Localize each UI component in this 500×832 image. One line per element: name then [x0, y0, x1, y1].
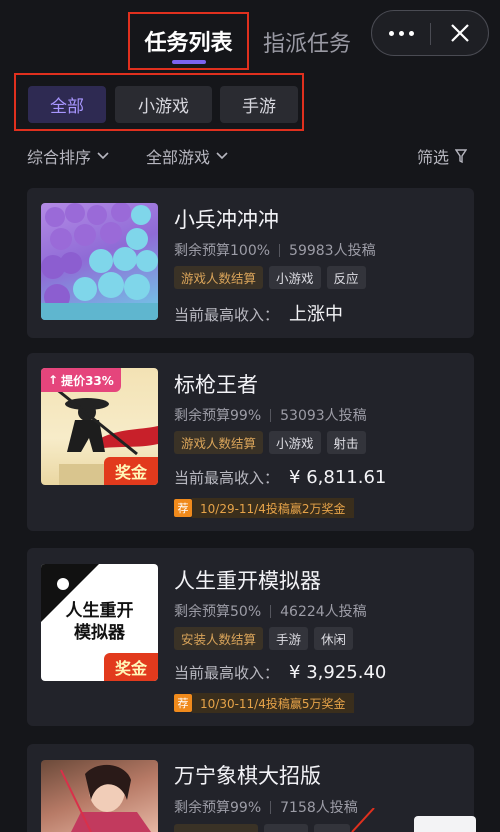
active-tab-indicator: [172, 60, 206, 64]
chip-mini-game-label: 小游戏: [138, 97, 189, 117]
chip-mobile-game-label: 手游: [242, 97, 276, 117]
stats-divider: [270, 604, 272, 618]
tag: 安装人数结算: [174, 627, 264, 650]
crowd-illustration: [41, 203, 158, 320]
funnel-icon: [455, 149, 468, 163]
tag: 游戏人数结算: [174, 431, 264, 454]
chevron-down-icon: [97, 152, 109, 160]
top-bar: 任务列表 指派任务: [0, 0, 500, 97]
budget-text: 剩余预算99%: [174, 800, 262, 816]
thumbnail-caption-line: 人生重开: [65, 601, 134, 621]
promo-banner[interactable]: 荐 10/30-11/4投稿赢5万奖金: [174, 693, 354, 713]
submissions-text: 59983人投稿: [289, 243, 376, 259]
task-card[interactable]: 小兵冲冲冲 剩余预算100% 59983人投稿 游戏人数结算 小游戏 反应 当前…: [27, 188, 474, 338]
tag: 小游戏: [269, 431, 321, 454]
game-thumbnail: 人生重开 模拟器 奖金: [41, 564, 158, 681]
game-stats: 剩余预算99% 53093人投稿: [174, 405, 367, 425]
more-dot-icon: [408, 30, 414, 36]
promo-text: 10/30-11/4投稿赢5万奖金: [192, 693, 354, 713]
stats-divider: [270, 800, 272, 814]
income-value: ¥ 6,811.61: [289, 467, 387, 488]
chevron-down-icon: [216, 152, 228, 160]
chip-mobile-game[interactable]: 手游: [220, 86, 298, 123]
tag-list: 游戏人数结算 小游戏 反应: [174, 266, 366, 289]
sort-row: 综合排序 全部游戏 筛选: [0, 144, 500, 170]
game-thumbnail: [41, 203, 158, 320]
task-card[interactable]: ↑ 提价33% 奖金 标枪王者 剩余预算99% 53093人投稿 游戏人数结算 …: [27, 353, 474, 531]
thumbnail-caption-line: 模拟器: [74, 623, 125, 643]
promo-banner[interactable]: 荐 10/29-11/4投稿赢2万奖金: [174, 498, 354, 518]
close-icon: [451, 24, 469, 42]
tag-list: 安装人数结算 手游 休闲: [174, 627, 354, 650]
game-thumbnail: ↑ 提价33% 奖金: [41, 368, 158, 485]
sort-dropdown-label: 综合排序: [27, 148, 92, 167]
budget-text: 剩余预算99%: [174, 408, 262, 424]
more-dot-icon: [398, 30, 404, 36]
tag: 小游戏: [269, 266, 321, 289]
tag: 手游: [269, 627, 309, 650]
income-value: 上涨中: [289, 304, 344, 325]
tag: 射击: [326, 431, 366, 454]
chess-character-illustration: [60, 764, 151, 832]
tag-list: 游戏人数结算 小游戏 射击: [174, 431, 366, 454]
sort-dropdown[interactable]: 综合排序: [27, 144, 109, 168]
task-card[interactable]: 人生重开 模拟器 奖金 人生重开模拟器 剩余预算50% 46224人投稿 安装人…: [27, 548, 474, 726]
filter-button-label: 筛选: [417, 148, 450, 167]
capsule-divider: [430, 23, 431, 45]
close-button[interactable]: [432, 11, 488, 55]
tag-list: [174, 824, 350, 832]
budget-text: 剩余预算100%: [174, 243, 271, 259]
game-title: 小兵冲冲冲: [174, 208, 279, 232]
promo-text: 10/29-11/4投稿赢2万奖金: [192, 498, 354, 518]
mini-program-capsule: [371, 10, 489, 56]
price-increase-badge: ↑ 提价33%: [41, 368, 121, 392]
income-value: ¥ 3,925.40: [289, 662, 387, 683]
chip-all-label: 全部: [50, 97, 84, 117]
chip-all[interactable]: 全部: [28, 86, 106, 123]
arrow-up-icon: ↑: [48, 373, 59, 387]
income-label: 当前最高收入：: [174, 469, 280, 487]
recommend-icon: 荐: [174, 499, 192, 517]
thumbnail-caption: 人生重开 模拟器: [41, 600, 158, 644]
annotation-arrow: [351, 808, 375, 832]
more-button[interactable]: [372, 11, 430, 55]
income-row: 当前最高收入： ¥ 3,925.40: [174, 662, 386, 683]
game-title: 标枪王者: [174, 373, 258, 397]
more-dot-icon: [388, 30, 394, 36]
bonus-badge: 奖金: [104, 457, 158, 485]
tag: 反应: [326, 266, 366, 289]
tag: [264, 824, 308, 832]
tag: [314, 824, 350, 832]
stats-divider: [270, 408, 272, 422]
floating-action-button[interactable]: [414, 816, 476, 832]
submissions-text: 53093人投稿: [280, 408, 367, 424]
tag: [174, 824, 258, 832]
chip-mini-game[interactable]: 小游戏: [115, 86, 212, 123]
filter-button[interactable]: 筛选: [417, 144, 468, 168]
income-label: 当前最高收入：: [174, 664, 280, 682]
recommend-icon: 荐: [174, 694, 192, 712]
tag: 休闲: [314, 627, 354, 650]
game-dropdown[interactable]: 全部游戏: [146, 144, 228, 168]
game-title: 万宁象棋大招版: [174, 764, 321, 788]
game-stats: 剩余预算100% 59983人投稿: [174, 240, 376, 260]
budget-text: 剩余预算50%: [174, 604, 262, 620]
tab-task-list-label: 任务列表: [144, 31, 233, 56]
bonus-badge: 奖金: [104, 653, 158, 681]
game-dropdown-label: 全部游戏: [146, 148, 211, 167]
income-label: 当前最高收入：: [174, 306, 280, 324]
tag: 游戏人数结算: [174, 266, 264, 289]
task-card[interactable]: 万宁象棋大招版 剩余预算99% 7158人投稿: [27, 744, 474, 832]
game-stats: 剩余预算50% 46224人投稿: [174, 601, 367, 621]
income-row: 当前最高收入： ¥ 6,811.61: [174, 467, 386, 488]
income-row: 当前最高收入： 上涨中: [174, 300, 343, 326]
submissions-text: 46224人投稿: [280, 604, 367, 620]
game-title: 人生重开模拟器: [174, 569, 321, 593]
game-stats: 剩余预算99% 7158人投稿: [174, 797, 358, 817]
price-increase-text: 提价33%: [61, 373, 114, 388]
stats-divider: [279, 243, 281, 257]
game-thumbnail: [41, 760, 158, 832]
